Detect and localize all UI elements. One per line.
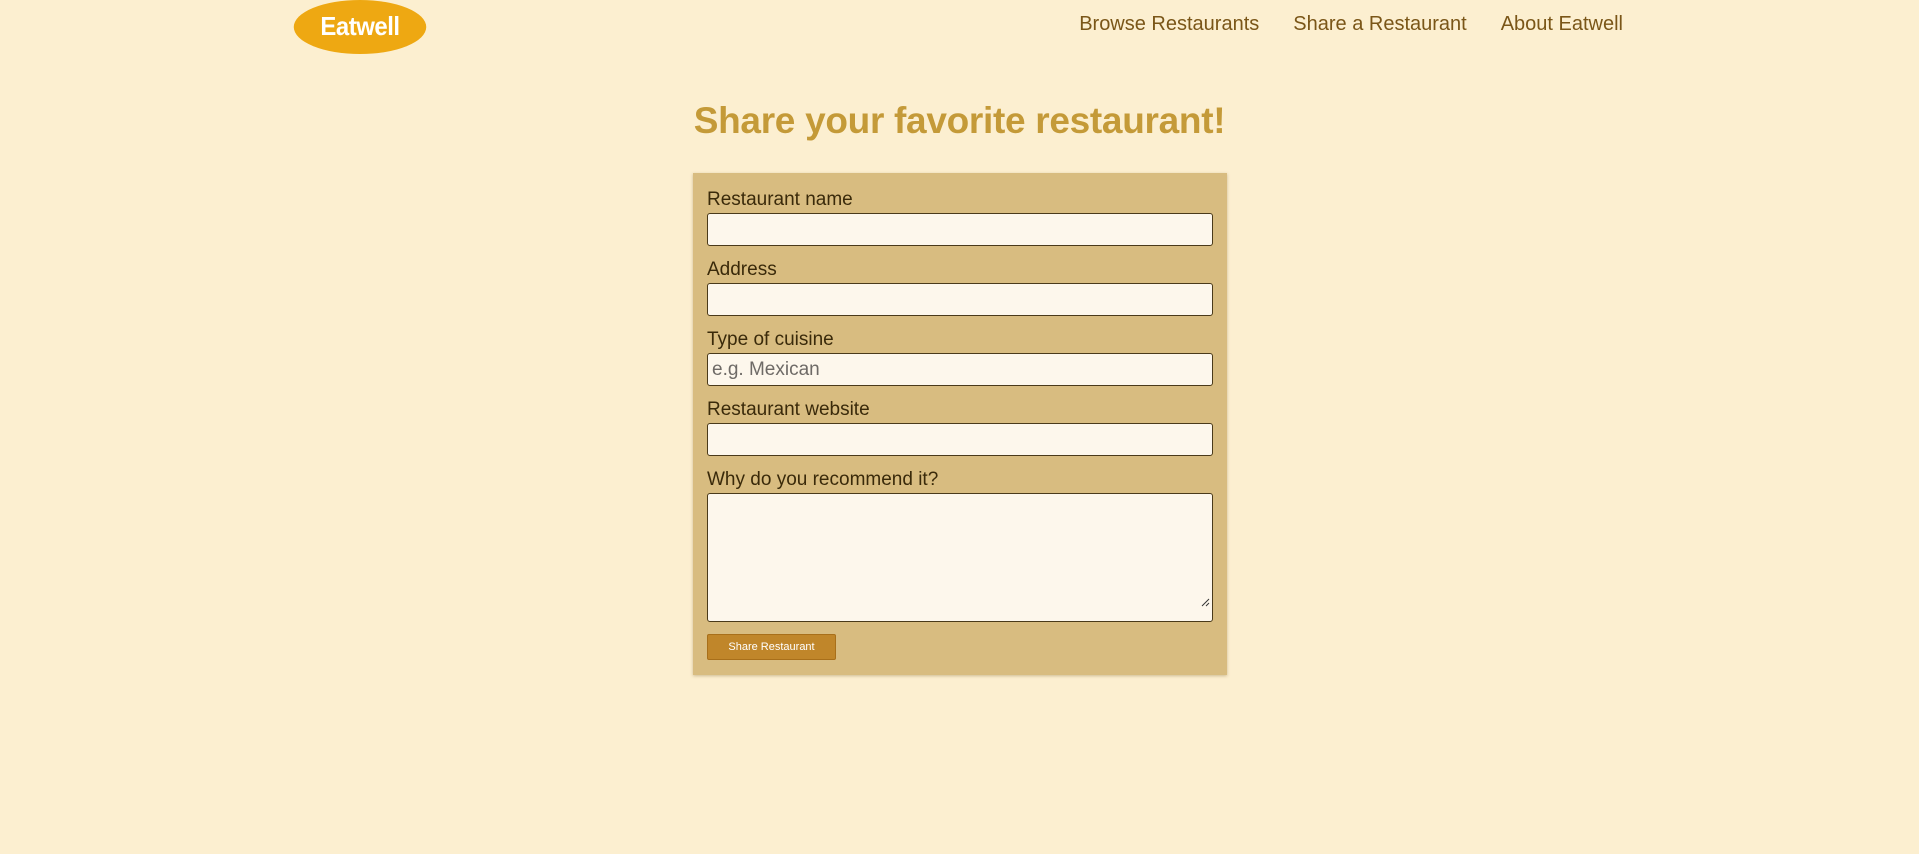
website-label: Restaurant website xyxy=(707,399,870,420)
address-label: Address xyxy=(707,259,777,280)
cuisine-label: Type of cuisine xyxy=(707,329,834,350)
logo-text: Eatwell xyxy=(320,10,400,41)
restaurant-name-label: Restaurant name xyxy=(707,189,853,210)
main-nav: Browse Restaurants Share a Restaurant Ab… xyxy=(1045,13,1623,36)
share-restaurant-button[interactable]: Share Restaurant xyxy=(707,634,836,660)
recommend-textarea-wrapper xyxy=(707,493,1213,622)
share-restaurant-form: Restaurant name Address Type of cuisine … xyxy=(693,173,1227,675)
restaurant-name-input[interactable] xyxy=(707,213,1213,246)
eatwell-logo[interactable]: Eatwell xyxy=(293,0,427,54)
recommend-label: Why do you recommend it? xyxy=(707,469,939,490)
nav-link-share-restaurant[interactable]: Share a Restaurant xyxy=(1293,13,1466,36)
nav-link-browse-restaurants[interactable]: Browse Restaurants xyxy=(1079,13,1259,36)
cuisine-input[interactable] xyxy=(707,353,1213,386)
website-input[interactable] xyxy=(707,423,1213,456)
nav-link-about-eatwell[interactable]: About Eatwell xyxy=(1501,13,1623,36)
recommend-textarea[interactable] xyxy=(707,493,1213,622)
site-header: Eatwell Browse Restaurants Share a Resta… xyxy=(0,0,1919,60)
address-input[interactable] xyxy=(707,283,1213,316)
page-title: Share your favorite restaurant! xyxy=(693,100,1226,141)
